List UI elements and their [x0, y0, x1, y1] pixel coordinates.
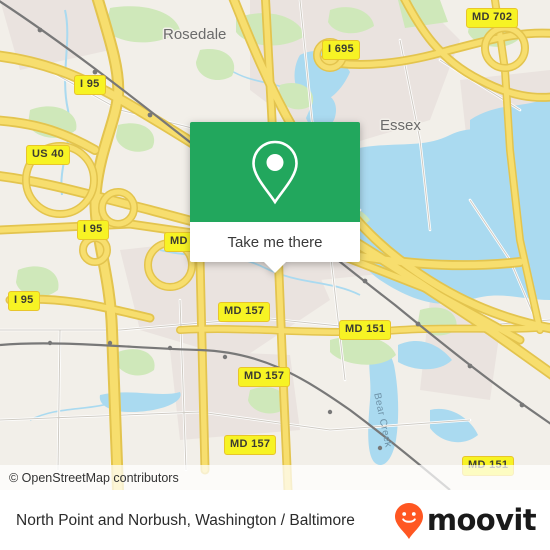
map-attribution-bar: © OpenStreetMap contributors: [0, 465, 550, 490]
place-label-rosedale: Rosedale: [163, 26, 227, 43]
popup-action-bar[interactable]: Take me there: [190, 222, 360, 273]
road-shield-md-157-a[interactable]: MD 157: [218, 302, 271, 322]
road-shield-md-157-c[interactable]: MD 157: [224, 435, 277, 455]
take-me-there-label: Take me there: [227, 233, 323, 251]
road-shield-md-157-b[interactable]: MD 157: [238, 367, 291, 387]
moovit-wordmark: moovit: [426, 503, 537, 537]
road-shield-i-695[interactable]: I 695: [322, 40, 360, 60]
location-title: North Point and Norbush, Washington / Ba…: [16, 511, 355, 529]
road-shield-i-95-b[interactable]: I 95: [77, 220, 109, 240]
screenshot-root: Rosedale Essex Bear Creek MD 702 I 695 I…: [0, 0, 550, 550]
popup-pin-area: [190, 122, 360, 222]
road-shield-md-151-a[interactable]: MD 151: [339, 320, 392, 340]
map-pin-icon: [252, 140, 298, 205]
location-popup-card[interactable]: Take me there: [190, 122, 360, 273]
map-canvas[interactable]: Rosedale Essex Bear Creek MD 702 I 695 I…: [0, 0, 550, 490]
road-shield-i-95-c[interactable]: I 95: [8, 291, 40, 311]
moovit-logo[interactable]: moovit: [394, 502, 537, 540]
road-shield-md-702[interactable]: MD 702: [466, 8, 519, 28]
osm-attribution-text[interactable]: © OpenStreetMap contributors: [0, 471, 179, 485]
popup-pointer: [264, 262, 286, 273]
road-shield-i-95-a[interactable]: I 95: [74, 75, 106, 95]
road-shield-us-40[interactable]: US 40: [26, 145, 71, 165]
moovit-smile-pin-icon: [394, 502, 423, 539]
footer-bar: North Point and Norbush, Washington / Ba…: [0, 490, 550, 550]
place-label-essex: Essex: [380, 117, 421, 134]
